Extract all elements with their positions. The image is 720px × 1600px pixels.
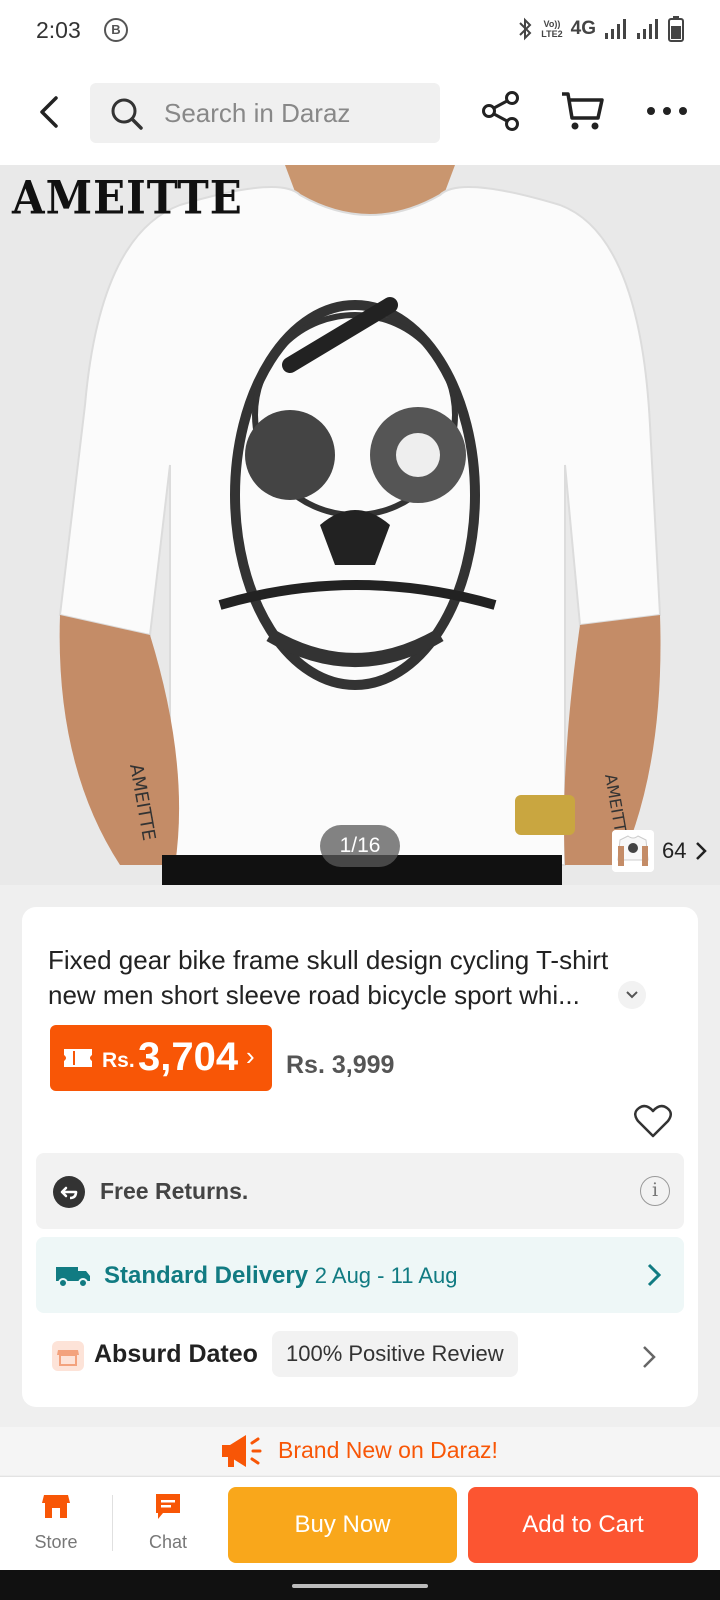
thumbnail-count: 64 (662, 838, 687, 863)
network-type: 4G (570, 18, 596, 39)
chevron-right-icon (696, 842, 708, 860)
volte-indicator: Vo)) LTE2 (541, 19, 562, 39)
store-icon (52, 1341, 84, 1371)
free-returns-row[interactable]: Free Returns. i (36, 1153, 684, 1229)
megaphone-icon (222, 1435, 262, 1467)
system-navigation-bar (0, 1570, 720, 1600)
add-to-cart-button[interactable]: Add to Cart (468, 1487, 698, 1563)
product-title: Fixed gear bike frame skull design cycli… (48, 945, 609, 1010)
seller-name: Absurd Dateo (94, 1340, 258, 1368)
voucher-icon (64, 1049, 92, 1067)
store-label: Store (34, 1532, 78, 1552)
back-arrow-icon[interactable] (30, 92, 70, 132)
search-input[interactable]: Search in Daraz (90, 83, 440, 143)
seller-row[interactable]: Absurd Dateo 100% Positive Review (36, 1323, 684, 1387)
volte-top: Vo)) (543, 19, 561, 29)
chat-button[interactable]: Chat (128, 1487, 208, 1553)
search-placeholder: Search in Daraz (164, 98, 351, 128)
top-bar: Search in Daraz (0, 62, 720, 165)
price-value: 3,704 (138, 1035, 239, 1079)
delivery-type: Standard Delivery (104, 1262, 309, 1289)
home-indicator[interactable] (292, 1584, 428, 1588)
notification-badge-icon: B (104, 18, 128, 42)
volte-bottom: LTE2 (541, 29, 563, 39)
chevron-right-icon: › (246, 1041, 255, 1071)
promo-banner: Brand New on Daraz! (0, 1427, 720, 1475)
battery-icon (668, 16, 684, 42)
signal-icon (605, 19, 626, 39)
status-time: 2:03 (36, 17, 81, 43)
gallery-thumbnails-link[interactable]: 64 (612, 830, 708, 872)
share-icon[interactable] (480, 90, 522, 132)
delivery-row[interactable]: Standard Delivery 2 Aug - 11 Aug (36, 1237, 684, 1313)
voucher-price-badge[interactable]: Rs. 3,704 › (50, 1025, 272, 1091)
image-page-indicator: 1/16 (320, 825, 400, 867)
thumbnail-image (612, 830, 654, 872)
return-icon (53, 1176, 85, 1208)
chevron-right-icon (643, 1346, 656, 1368)
chat-label: Chat (148, 1532, 188, 1552)
product-info-card: Fixed gear bike frame skull design cycli… (22, 907, 698, 1407)
product-image-gallery[interactable]: AMEITTE AMEITTE AMEITTE 1/16 64 (0, 165, 720, 885)
more-icon[interactable] (645, 96, 689, 126)
original-price: Rs. 3,999 (286, 1051, 395, 1079)
product-photo: AMEITTE AMEITTE (0, 165, 720, 885)
nav-divider (112, 1495, 113, 1551)
buy-now-button[interactable]: Buy Now (228, 1487, 457, 1563)
bluetooth-icon (519, 17, 532, 41)
chat-icon (156, 1494, 180, 1519)
bottom-action-bar: Store Chat Buy Now Add to Cart (0, 1476, 720, 1570)
heart-icon[interactable] (634, 1103, 672, 1139)
chevron-right-icon (647, 1263, 662, 1287)
brand-logo: AMEITTE (12, 170, 243, 225)
delivery-label: Standard Delivery 2 Aug - 11 Aug (104, 1262, 457, 1290)
cart-icon[interactable] (560, 90, 606, 132)
info-icon[interactable]: i (640, 1176, 670, 1206)
status-indicators: Vo)) LTE2 4G (517, 16, 684, 42)
free-returns-label: Free Returns. (100, 1178, 249, 1204)
signal-icon-2 (637, 19, 658, 39)
seller-review-badge: 100% Positive Review (272, 1331, 518, 1377)
search-icon (111, 98, 143, 130)
store-icon (42, 1495, 70, 1518)
status-bar: 2:03 B Vo)) LTE2 4G (0, 0, 720, 62)
store-button[interactable]: Store (16, 1487, 96, 1553)
promo-text: Brand New on Daraz! (278, 1437, 498, 1463)
delivery-dates: 2 Aug - 11 Aug (314, 1263, 458, 1288)
chevron-down-icon[interactable] (618, 981, 646, 1009)
delivery-truck-icon (56, 1267, 90, 1288)
price-currency: Rs. (102, 1049, 135, 1072)
